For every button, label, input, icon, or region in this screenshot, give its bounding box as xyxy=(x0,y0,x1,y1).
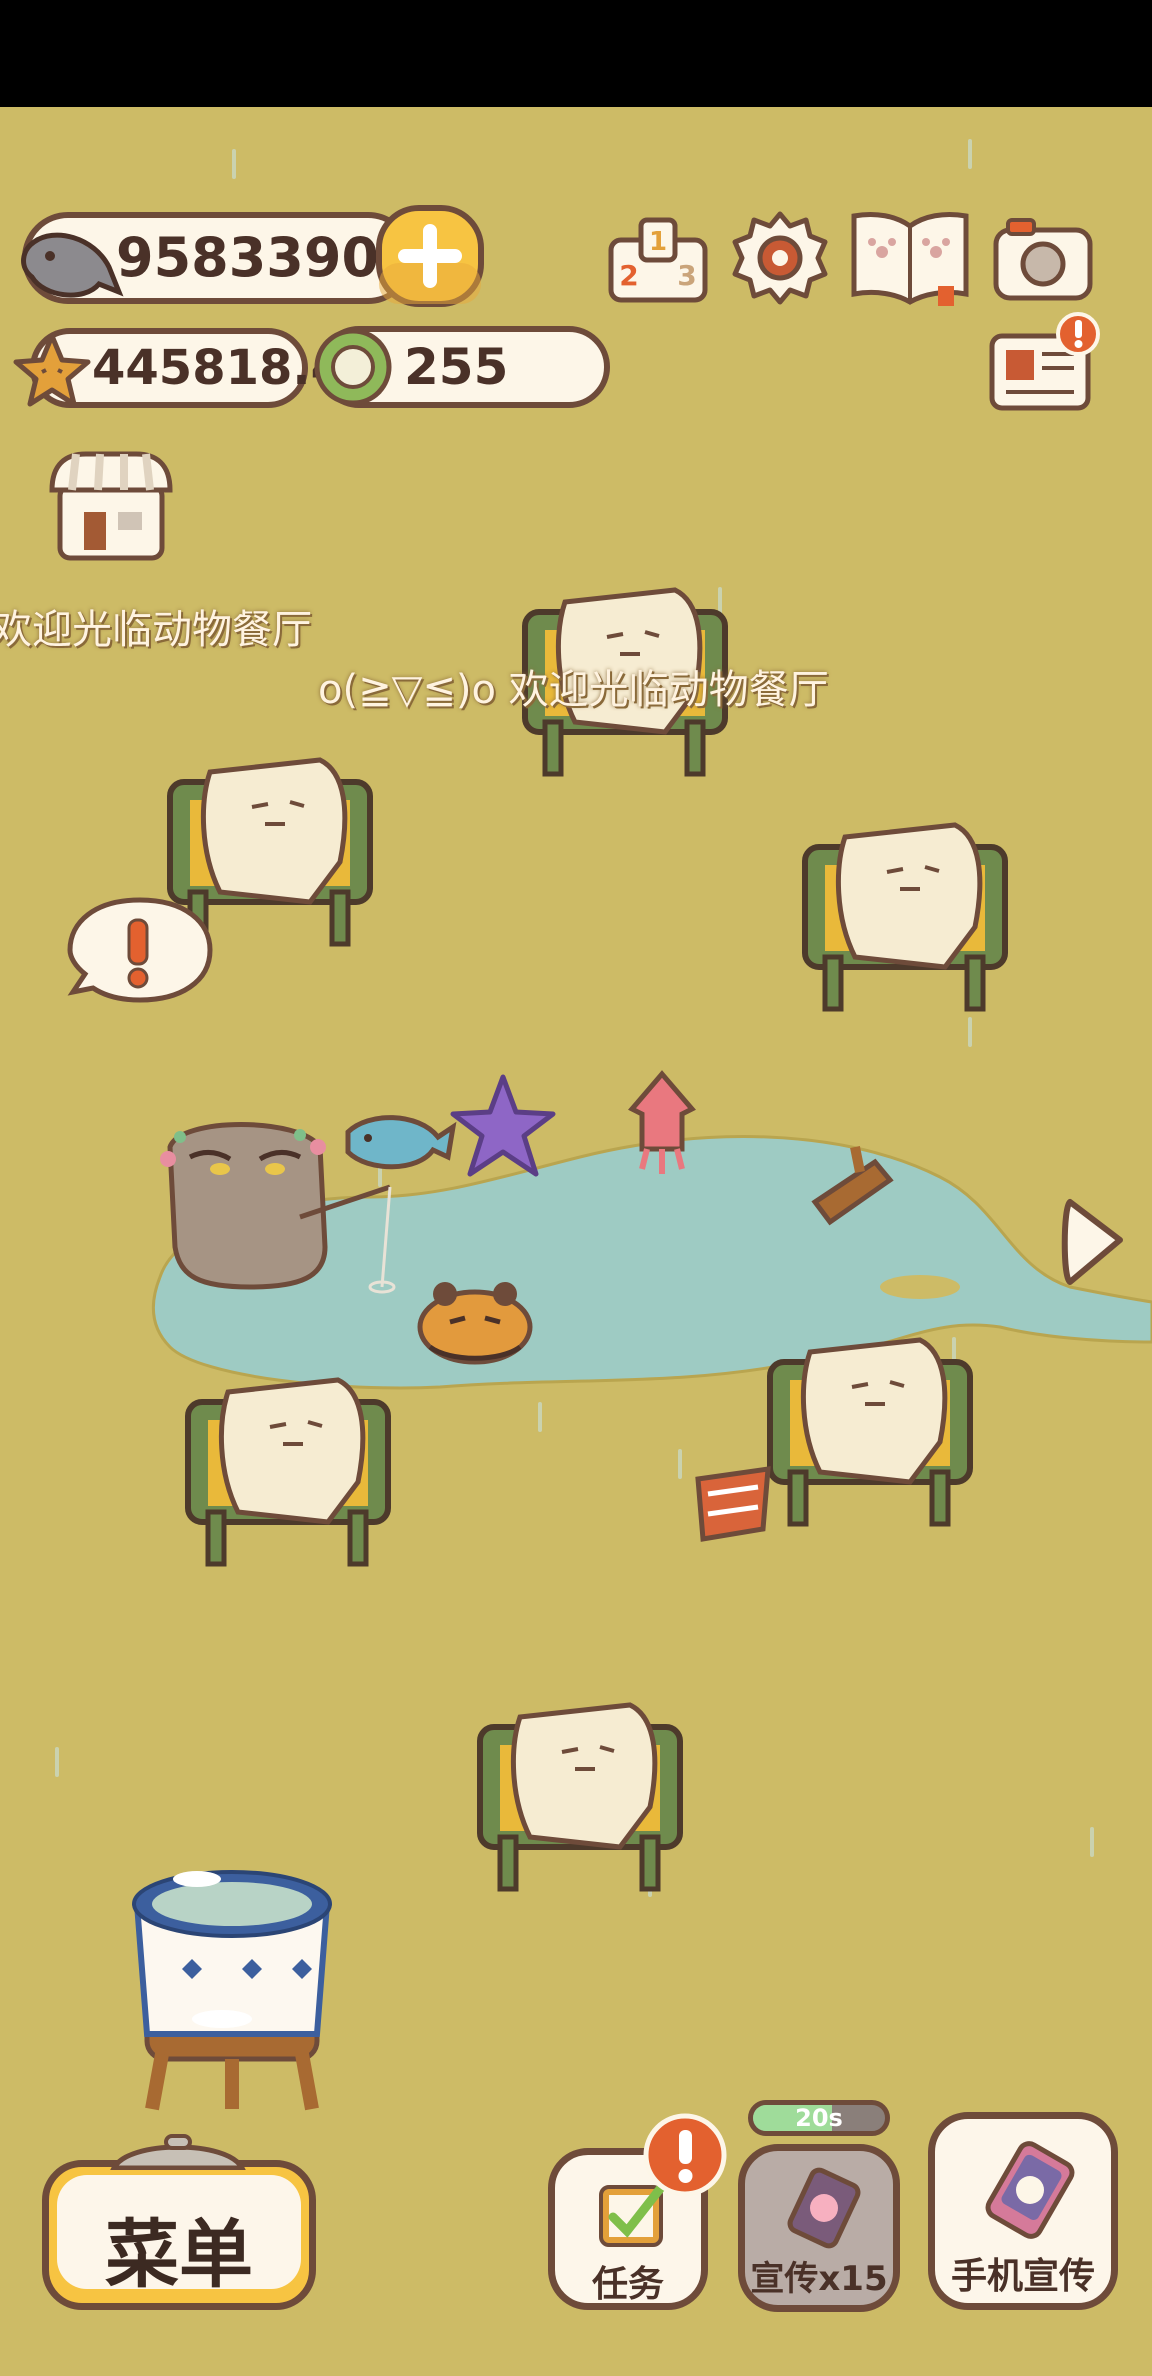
arrow-right-icon[interactable] xyxy=(1058,1192,1130,1292)
clover-icon xyxy=(314,328,392,406)
menu-label: 菜单 xyxy=(105,2212,253,2298)
clover-count: 255 xyxy=(404,338,509,396)
svg-text:3: 3 xyxy=(677,259,696,292)
svg-text:1: 1 xyxy=(649,227,667,257)
plus-icon[interactable] xyxy=(374,203,486,311)
welcome-message: 欢迎光临动物餐厅 xyxy=(0,607,312,653)
squid-item[interactable] xyxy=(612,1069,712,1179)
swimming-raccoon[interactable] xyxy=(410,1272,540,1372)
recipe-book-icon[interactable] xyxy=(846,206,974,310)
rain-drop xyxy=(968,1017,972,1047)
driftwood-item[interactable] xyxy=(805,1142,905,1232)
ranking-podium-icon[interactable]: 1 2 3 xyxy=(605,210,711,306)
blue-fish-item[interactable] xyxy=(338,1102,458,1182)
dining-table[interactable] xyxy=(795,817,1015,1017)
phone-promote-button[interactable]: 手机宣传 xyxy=(928,2112,1118,2310)
fish-count: 95833907 xyxy=(116,226,417,289)
menu-bell-cover-icon xyxy=(110,2134,246,2170)
rain-drop xyxy=(968,139,972,169)
promote-timer-bar: 20s xyxy=(748,2100,890,2136)
rain-drop xyxy=(1090,1827,1094,1857)
promote-button[interactable]: 宣传x15 xyxy=(738,2144,900,2312)
svg-text:2: 2 xyxy=(619,259,638,292)
gear-icon[interactable] xyxy=(730,208,830,308)
star-count: 445818.4 xyxy=(92,340,345,396)
dining-table[interactable] xyxy=(178,1372,398,1572)
game-screen: 欢迎光临动物餐厅 o(≧▽≦)o 欢迎光临动物餐厅 95833907 44581… xyxy=(0,0,1152,2376)
fish-icon xyxy=(21,232,124,298)
promote-label: 宣传x15 xyxy=(750,2259,888,2299)
starfish-item[interactable] xyxy=(448,1072,558,1182)
salmon-item[interactable] xyxy=(688,1459,778,1549)
status-bar xyxy=(0,0,1152,107)
phone-icon xyxy=(985,2141,1075,2239)
dining-table[interactable] xyxy=(760,1332,980,1532)
porcelain-water-jar[interactable] xyxy=(122,1859,342,2119)
speech-bubble-alert[interactable] xyxy=(65,892,215,1012)
rain-drop xyxy=(232,149,236,179)
camera-icon[interactable] xyxy=(990,210,1096,306)
promote-flyer-icon xyxy=(787,2167,861,2249)
tasks-label: 任务 xyxy=(591,2264,664,2305)
exclamation-icon xyxy=(643,2113,727,2197)
star-icon xyxy=(13,333,91,407)
phone-promote-label: 手机宣传 xyxy=(950,2256,1095,2297)
menu-button[interactable]: 菜单 xyxy=(42,2160,316,2310)
rain-drop xyxy=(55,1747,59,1777)
welcome-message: o(≧▽≦)o 欢迎光临动物餐厅 xyxy=(318,667,829,713)
dining-table[interactable] xyxy=(470,1697,690,1897)
shop-icon[interactable] xyxy=(46,446,176,564)
promote-timer-text: 20s xyxy=(795,2104,843,2132)
newspaper-icon[interactable] xyxy=(986,312,1106,416)
